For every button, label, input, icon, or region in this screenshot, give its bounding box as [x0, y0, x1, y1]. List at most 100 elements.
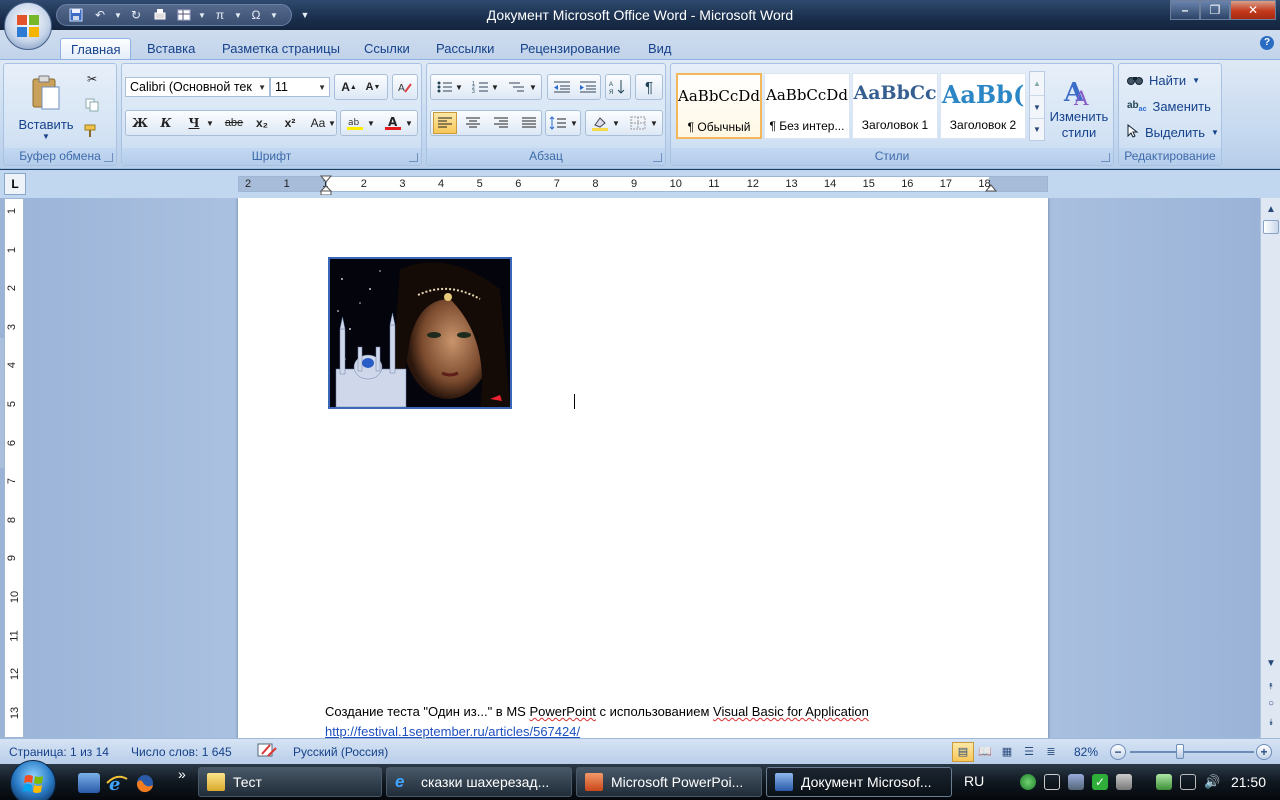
tab-view[interactable]: Вид	[638, 38, 682, 60]
style-heading-2[interactable]: AaBb( Заголовок 2	[940, 73, 1026, 139]
shrink-font-button[interactable]: A ▼	[361, 76, 385, 98]
document-language[interactable]: Русский (Россия)	[293, 745, 388, 759]
zoom-slider[interactable]	[1130, 751, 1254, 753]
tab-home[interactable]: Главная	[60, 38, 132, 60]
borders-dropdown-icon[interactable]: ▼	[648, 112, 660, 134]
copy-icon[interactable]	[80, 94, 104, 116]
line-spacing-dropdown-icon[interactable]: ▼	[568, 112, 580, 134]
document-hyperlink[interactable]: http://festival.1september.ru/articles/5…	[325, 724, 580, 738]
zoom-in-icon[interactable]: +	[1256, 744, 1272, 760]
quicklaunch-overflow-icon[interactable]: »	[178, 766, 186, 782]
grow-font-button[interactable]: A ▲	[337, 76, 361, 98]
close-button[interactable]: ✕	[1230, 0, 1276, 20]
zoom-out-icon[interactable]: −	[1110, 744, 1126, 760]
font-color-dropdown-icon[interactable]: ▼	[403, 112, 415, 134]
increase-indent-icon[interactable]	[576, 76, 600, 98]
zoom-slider-thumb[interactable]	[1175, 744, 1184, 759]
taskbar-item-folder[interactable]: Тест	[198, 767, 382, 797]
subscript-button[interactable]: x₂	[250, 112, 274, 134]
taskbar-item-word[interactable]: Документ Microsof...	[766, 767, 952, 797]
vertical-ruler[interactable]: 11234567891011121314	[4, 198, 24, 738]
font-color-icon[interactable]: A	[381, 112, 405, 134]
next-page-icon[interactable]: ⯯	[1263, 714, 1279, 730]
spelling-check-icon[interactable]	[256, 742, 278, 763]
draft-view-icon[interactable]: ≣	[1040, 742, 1062, 762]
tab-page-layout[interactable]: Разметка страницы	[212, 38, 350, 60]
maximize-button[interactable]: ❐	[1200, 0, 1230, 20]
font-dialog-launcher[interactable]	[409, 153, 418, 162]
clear-formatting-icon[interactable]: A	[393, 76, 417, 98]
windows-switch-icon[interactable]	[1044, 774, 1060, 790]
scrollbar-thumb[interactable]	[1263, 220, 1279, 234]
style-heading-1[interactable]: AaBbCc Заголовок 1	[852, 73, 938, 139]
network-globe-icon[interactable]	[1020, 774, 1036, 790]
tab-selector[interactable]: L	[4, 173, 26, 195]
justify-icon[interactable]	[517, 112, 541, 134]
page-count[interactable]: Страница: 1 из 14	[9, 745, 109, 759]
office-button[interactable]	[4, 2, 52, 50]
zoom-level[interactable]: 82%	[1074, 745, 1098, 759]
taskbar-item-powerpoint[interactable]: Microsoft PowerPoi...	[576, 767, 762, 797]
full-screen-reading-icon[interactable]: 📖	[974, 742, 996, 762]
select-browse-object-icon[interactable]: ○	[1263, 696, 1279, 712]
paste-button[interactable]: Вставить ▼	[14, 68, 78, 148]
font-name-combo[interactable]: Calibri (Основной тек ▼	[125, 77, 270, 97]
shading-dropdown-icon[interactable]: ▼	[610, 112, 622, 134]
underline-dropdown-icon[interactable]: ▼	[204, 112, 216, 134]
numbering-dropdown-icon[interactable]: ▼	[489, 76, 501, 98]
network-status-icon[interactable]	[1180, 774, 1196, 790]
superscript-button[interactable]: x²	[278, 112, 302, 134]
tab-references[interactable]: Ссылки	[354, 38, 420, 60]
align-left-icon[interactable]	[433, 112, 457, 134]
horizontal-ruler[interactable]: 2 1 1 2 3 4 5 6 7 8 9 10 11 12 13 14 15 16 17 18	[238, 175, 1048, 195]
styles-more-icon[interactable]: ▼	[1030, 118, 1044, 140]
security-check-icon[interactable]: ✓	[1092, 774, 1108, 790]
word-count[interactable]: Число слов: 1 645	[131, 745, 232, 759]
paragraph-dialog-launcher[interactable]	[653, 153, 662, 162]
scroll-down-icon[interactable]: ▼	[1263, 656, 1279, 672]
bold-button[interactable]: Ж	[128, 112, 152, 134]
system-clock[interactable]: 21:50	[1231, 774, 1266, 790]
change-styles-button[interactable]: A A Изменить стили	[1047, 68, 1111, 148]
replace-button[interactable]: abac Заменить	[1127, 96, 1211, 116]
format-painter-icon[interactable]	[80, 120, 104, 142]
start-button[interactable]	[10, 760, 56, 800]
previous-page-icon[interactable]: ⯭	[1263, 678, 1279, 694]
style-no-spacing[interactable]: AaBbCcDd ¶ Без интер...	[764, 73, 850, 139]
highlight-dropdown-icon[interactable]: ▼	[365, 112, 377, 134]
right-indent-marker[interactable]	[985, 183, 997, 193]
vertical-scrollbar[interactable]: ▲ ▼ ⯭ ○ ⯯	[1260, 198, 1280, 738]
strikethrough-button[interactable]: abe	[222, 112, 246, 134]
firefox-quicklaunch-icon[interactable]	[134, 773, 156, 793]
tab-mailings[interactable]: Рассылки	[426, 38, 504, 60]
minimize-button[interactable]: –	[1170, 0, 1200, 20]
style-normal[interactable]: AaBbCcDd ¶ Обычный	[676, 73, 762, 139]
bullets-dropdown-icon[interactable]: ▼	[453, 76, 465, 98]
print-layout-view-icon[interactable]: ▤	[952, 742, 974, 762]
tab-insert[interactable]: Вставка	[137, 38, 205, 60]
styles-scroll-down-icon[interactable]: ▼	[1030, 95, 1044, 118]
scroll-up-icon[interactable]: ▲	[1263, 202, 1279, 218]
cloud-sync-icon[interactable]	[1068, 774, 1084, 790]
shading-icon[interactable]	[588, 112, 612, 134]
taskbar-item-browser[interactable]: e сказки шахерезад...	[386, 767, 572, 797]
wireless-icon[interactable]	[1116, 774, 1132, 790]
tab-review[interactable]: Рецензирование	[510, 38, 630, 60]
help-icon[interactable]: ?	[1260, 36, 1274, 50]
clipboard-dialog-launcher[interactable]	[104, 153, 113, 162]
multilevel-list-icon[interactable]	[505, 76, 529, 98]
pilcrow-icon[interactable]: ¶	[637, 76, 661, 98]
italic-button[interactable]: К	[154, 112, 178, 134]
web-layout-icon[interactable]: ▦	[996, 742, 1018, 762]
styles-dialog-launcher[interactable]	[1101, 153, 1110, 162]
internet-explorer-quicklaunch-icon[interactable]: e	[106, 773, 128, 795]
borders-icon[interactable]	[626, 112, 650, 134]
align-right-icon[interactable]	[489, 112, 513, 134]
underline-button[interactable]: Ч	[182, 112, 206, 134]
multilevel-dropdown-icon[interactable]: ▼	[527, 76, 539, 98]
first-line-indent-marker[interactable]	[320, 175, 332, 195]
font-size-combo[interactable]: 11 ▼	[270, 77, 330, 97]
cut-icon[interactable]: ✂	[80, 68, 104, 90]
find-button[interactable]: Найти ▼	[1127, 70, 1200, 90]
decrease-indent-icon[interactable]	[550, 76, 574, 98]
